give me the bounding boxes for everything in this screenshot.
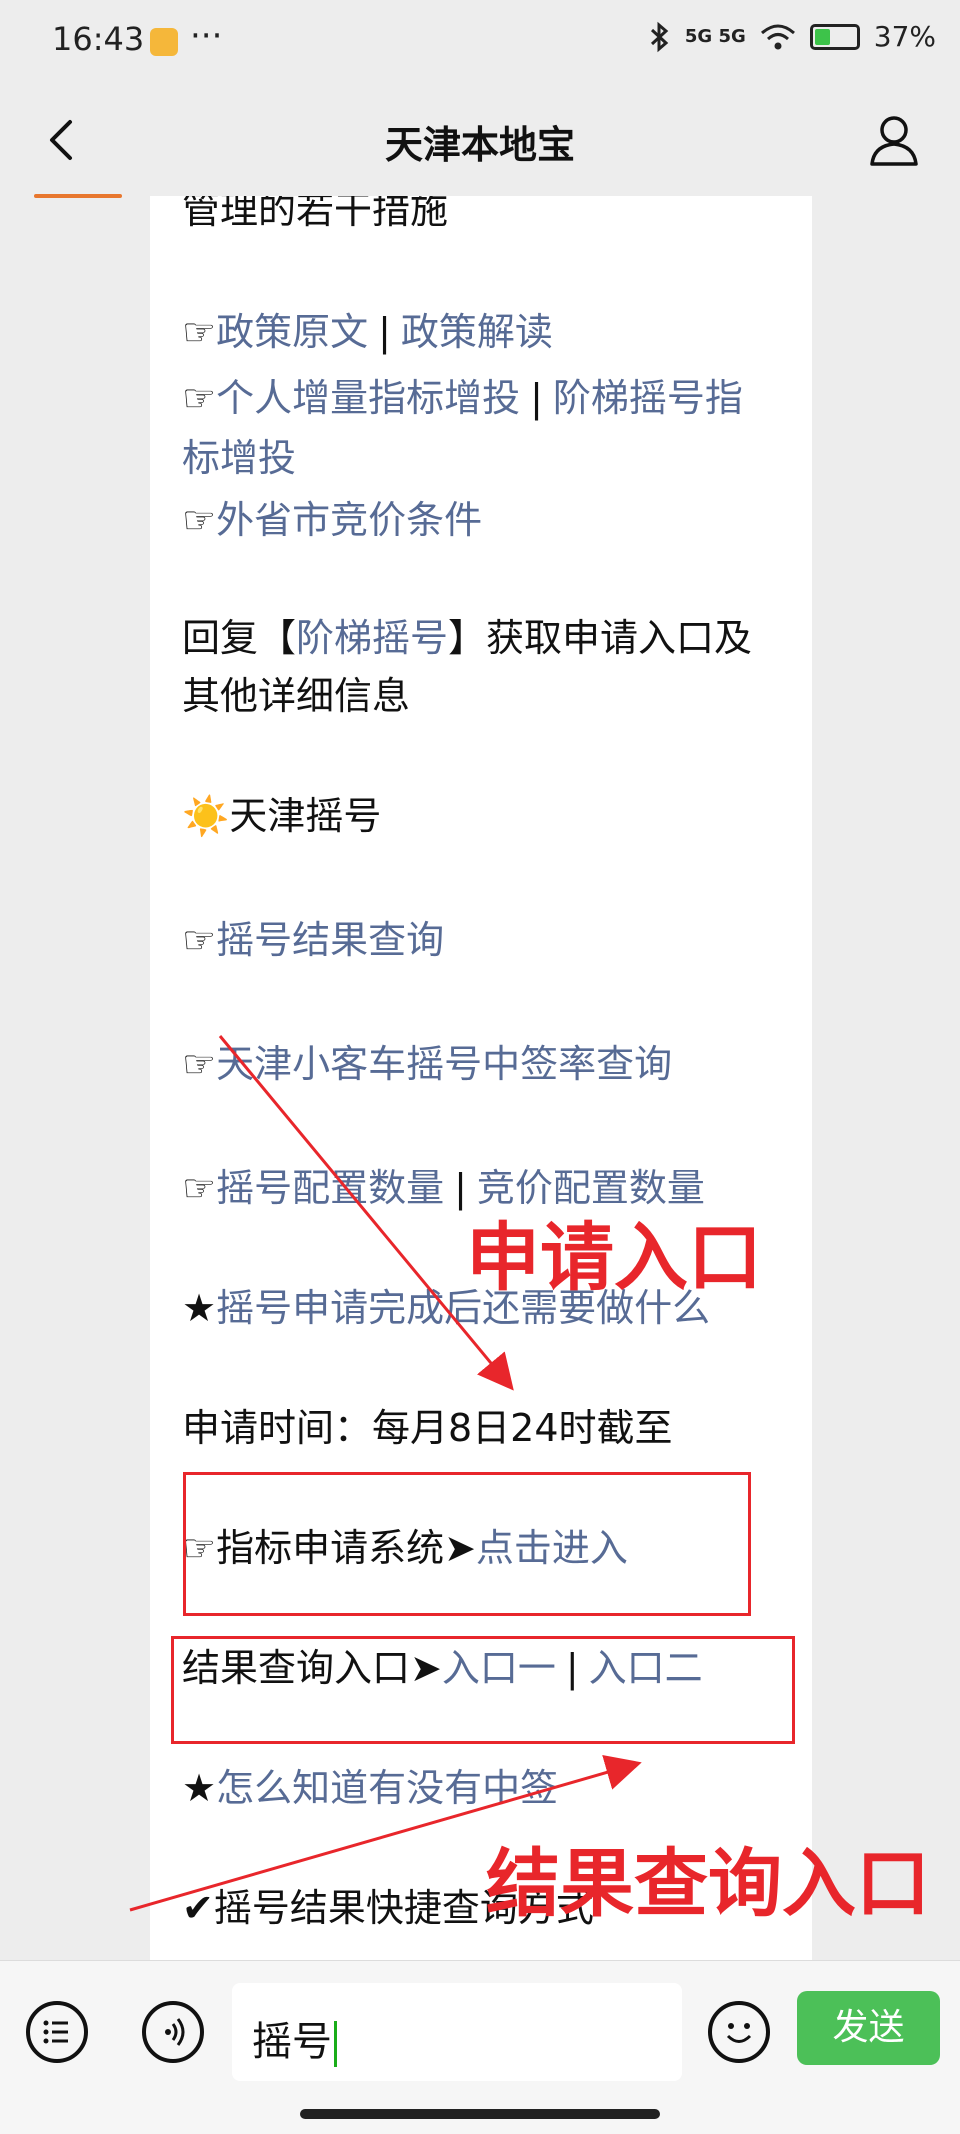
- pointing-hand-icon: ☞: [182, 1042, 217, 1086]
- wifi-icon: [760, 24, 795, 49]
- section-title: 天津摇号: [229, 794, 382, 838]
- separator: |: [530, 376, 543, 420]
- send-button[interactable]: 发送: [797, 1991, 940, 2065]
- apply-entry-annotation: 申请入口: [466, 1215, 762, 1301]
- network-indicator: 5G 5G: [684, 26, 746, 47]
- battery-icon: [809, 23, 860, 50]
- star-icon: ★: [182, 1766, 217, 1810]
- message-input-bar: 摇号 发送: [0, 1960, 960, 2134]
- home-indicator: [300, 2109, 660, 2119]
- ladder-lottery-link-cont[interactable]: 标增投: [182, 436, 296, 480]
- policy-original-link[interactable]: 政策原文: [216, 310, 368, 354]
- how-know-row: ★怎么知道有没有中签: [182, 1766, 558, 1810]
- status-indicators: 5G 5G 37%: [649, 20, 936, 53]
- input-text: 摇号: [252, 2019, 332, 2065]
- text-fragment: 回复【: [182, 616, 297, 660]
- pointing-hand-icon: ☞: [182, 310, 217, 354]
- apply-time-row: 申请时间：每月8日24时截至: [182, 1406, 673, 1450]
- nav-bar: 天津本地宝: [0, 84, 960, 196]
- text-fragment: 其他详细信息: [182, 674, 411, 718]
- increase-links-row: ☞个人增量指标增投 | 阶梯摇号指: [182, 376, 743, 420]
- text-caret: [334, 2021, 337, 2067]
- status-bar: 16:43 ··· 5G 5G 37%: [0, 0, 960, 84]
- result-entry-highlight-box: [171, 1636, 795, 1744]
- notification-app-icon: [150, 28, 178, 56]
- policy-links-row: ☞政策原文 | 政策解读: [182, 310, 553, 354]
- star-icon: ★: [182, 1286, 217, 1330]
- reply-row-wrap: 其他详细信息: [182, 674, 410, 718]
- lottery-result-query-link[interactable]: 摇号结果查询: [216, 918, 444, 962]
- separator: |: [454, 1166, 467, 1210]
- battery-percent: 37%: [873, 20, 936, 53]
- apply-time-text: 申请时间：每月8日24时截至: [182, 1406, 673, 1450]
- person-icon[interactable]: [864, 110, 924, 170]
- ladder-lottery-link[interactable]: 阶梯摇号指: [553, 376, 743, 420]
- battery-level: [814, 28, 830, 45]
- pointing-hand-icon: ☞: [182, 1166, 217, 1210]
- page-title: 天津本地宝: [384, 123, 575, 167]
- pointing-hand-icon: ☞: [182, 498, 217, 542]
- text-line: 管理的若干措施: [182, 196, 448, 232]
- apply-entry-highlight-box: [183, 1472, 751, 1616]
- increase-links-row-wrap: 标增投: [182, 436, 296, 480]
- bluetooth-icon: [650, 21, 669, 52]
- status-time: 16:43: [52, 20, 145, 58]
- reply-row: 回复【阶梯摇号】获取申请入口及: [182, 616, 752, 660]
- separator: |: [378, 310, 391, 354]
- outprovince-row: ☞外省市竞价条件: [182, 498, 482, 542]
- rate-query-row: ☞天津小客车摇号中签率查询: [182, 1042, 672, 1086]
- ladder-lottery-keyword-link[interactable]: 阶梯摇号: [296, 616, 448, 660]
- smile-icon[interactable]: [708, 2001, 770, 2063]
- lottery-quota-link[interactable]: 摇号配置数量: [216, 1166, 444, 1210]
- section-heading: ☀️天津摇号: [182, 794, 381, 838]
- text-fragment: 管理的若干措施: [182, 196, 449, 232]
- result-query-row: ☞摇号结果查询: [182, 918, 444, 962]
- policy-interpretation-link[interactable]: 政策解读: [401, 310, 553, 354]
- sun-icon: ☀️: [182, 794, 230, 838]
- check-mark-icon: ✔: [182, 1886, 214, 1930]
- message-input-value: 摇号: [252, 2009, 337, 2067]
- result-entry-annotation: 结果查询入口: [486, 1841, 930, 1927]
- personal-increment-link[interactable]: 个人增量指标增投: [216, 376, 520, 420]
- message-input[interactable]: 摇号: [232, 1983, 682, 2081]
- voice-icon[interactable]: [142, 2001, 204, 2063]
- more-notifications-icon: ···: [190, 16, 223, 56]
- how-know-win-link[interactable]: 怎么知道有没有中签: [216, 1766, 558, 1810]
- list-menu-icon[interactable]: [26, 2001, 88, 2063]
- scroll-accent-mark: [34, 194, 122, 198]
- text-fragment: 】获取申请入口及: [448, 616, 753, 660]
- win-rate-query-link[interactable]: 天津小客车摇号中签率查询: [216, 1042, 672, 1086]
- pointing-hand-icon: ☞: [182, 918, 217, 962]
- pointing-hand-icon: ☞: [182, 376, 217, 420]
- out-province-bidding-link[interactable]: 外省市竞价条件: [216, 498, 482, 542]
